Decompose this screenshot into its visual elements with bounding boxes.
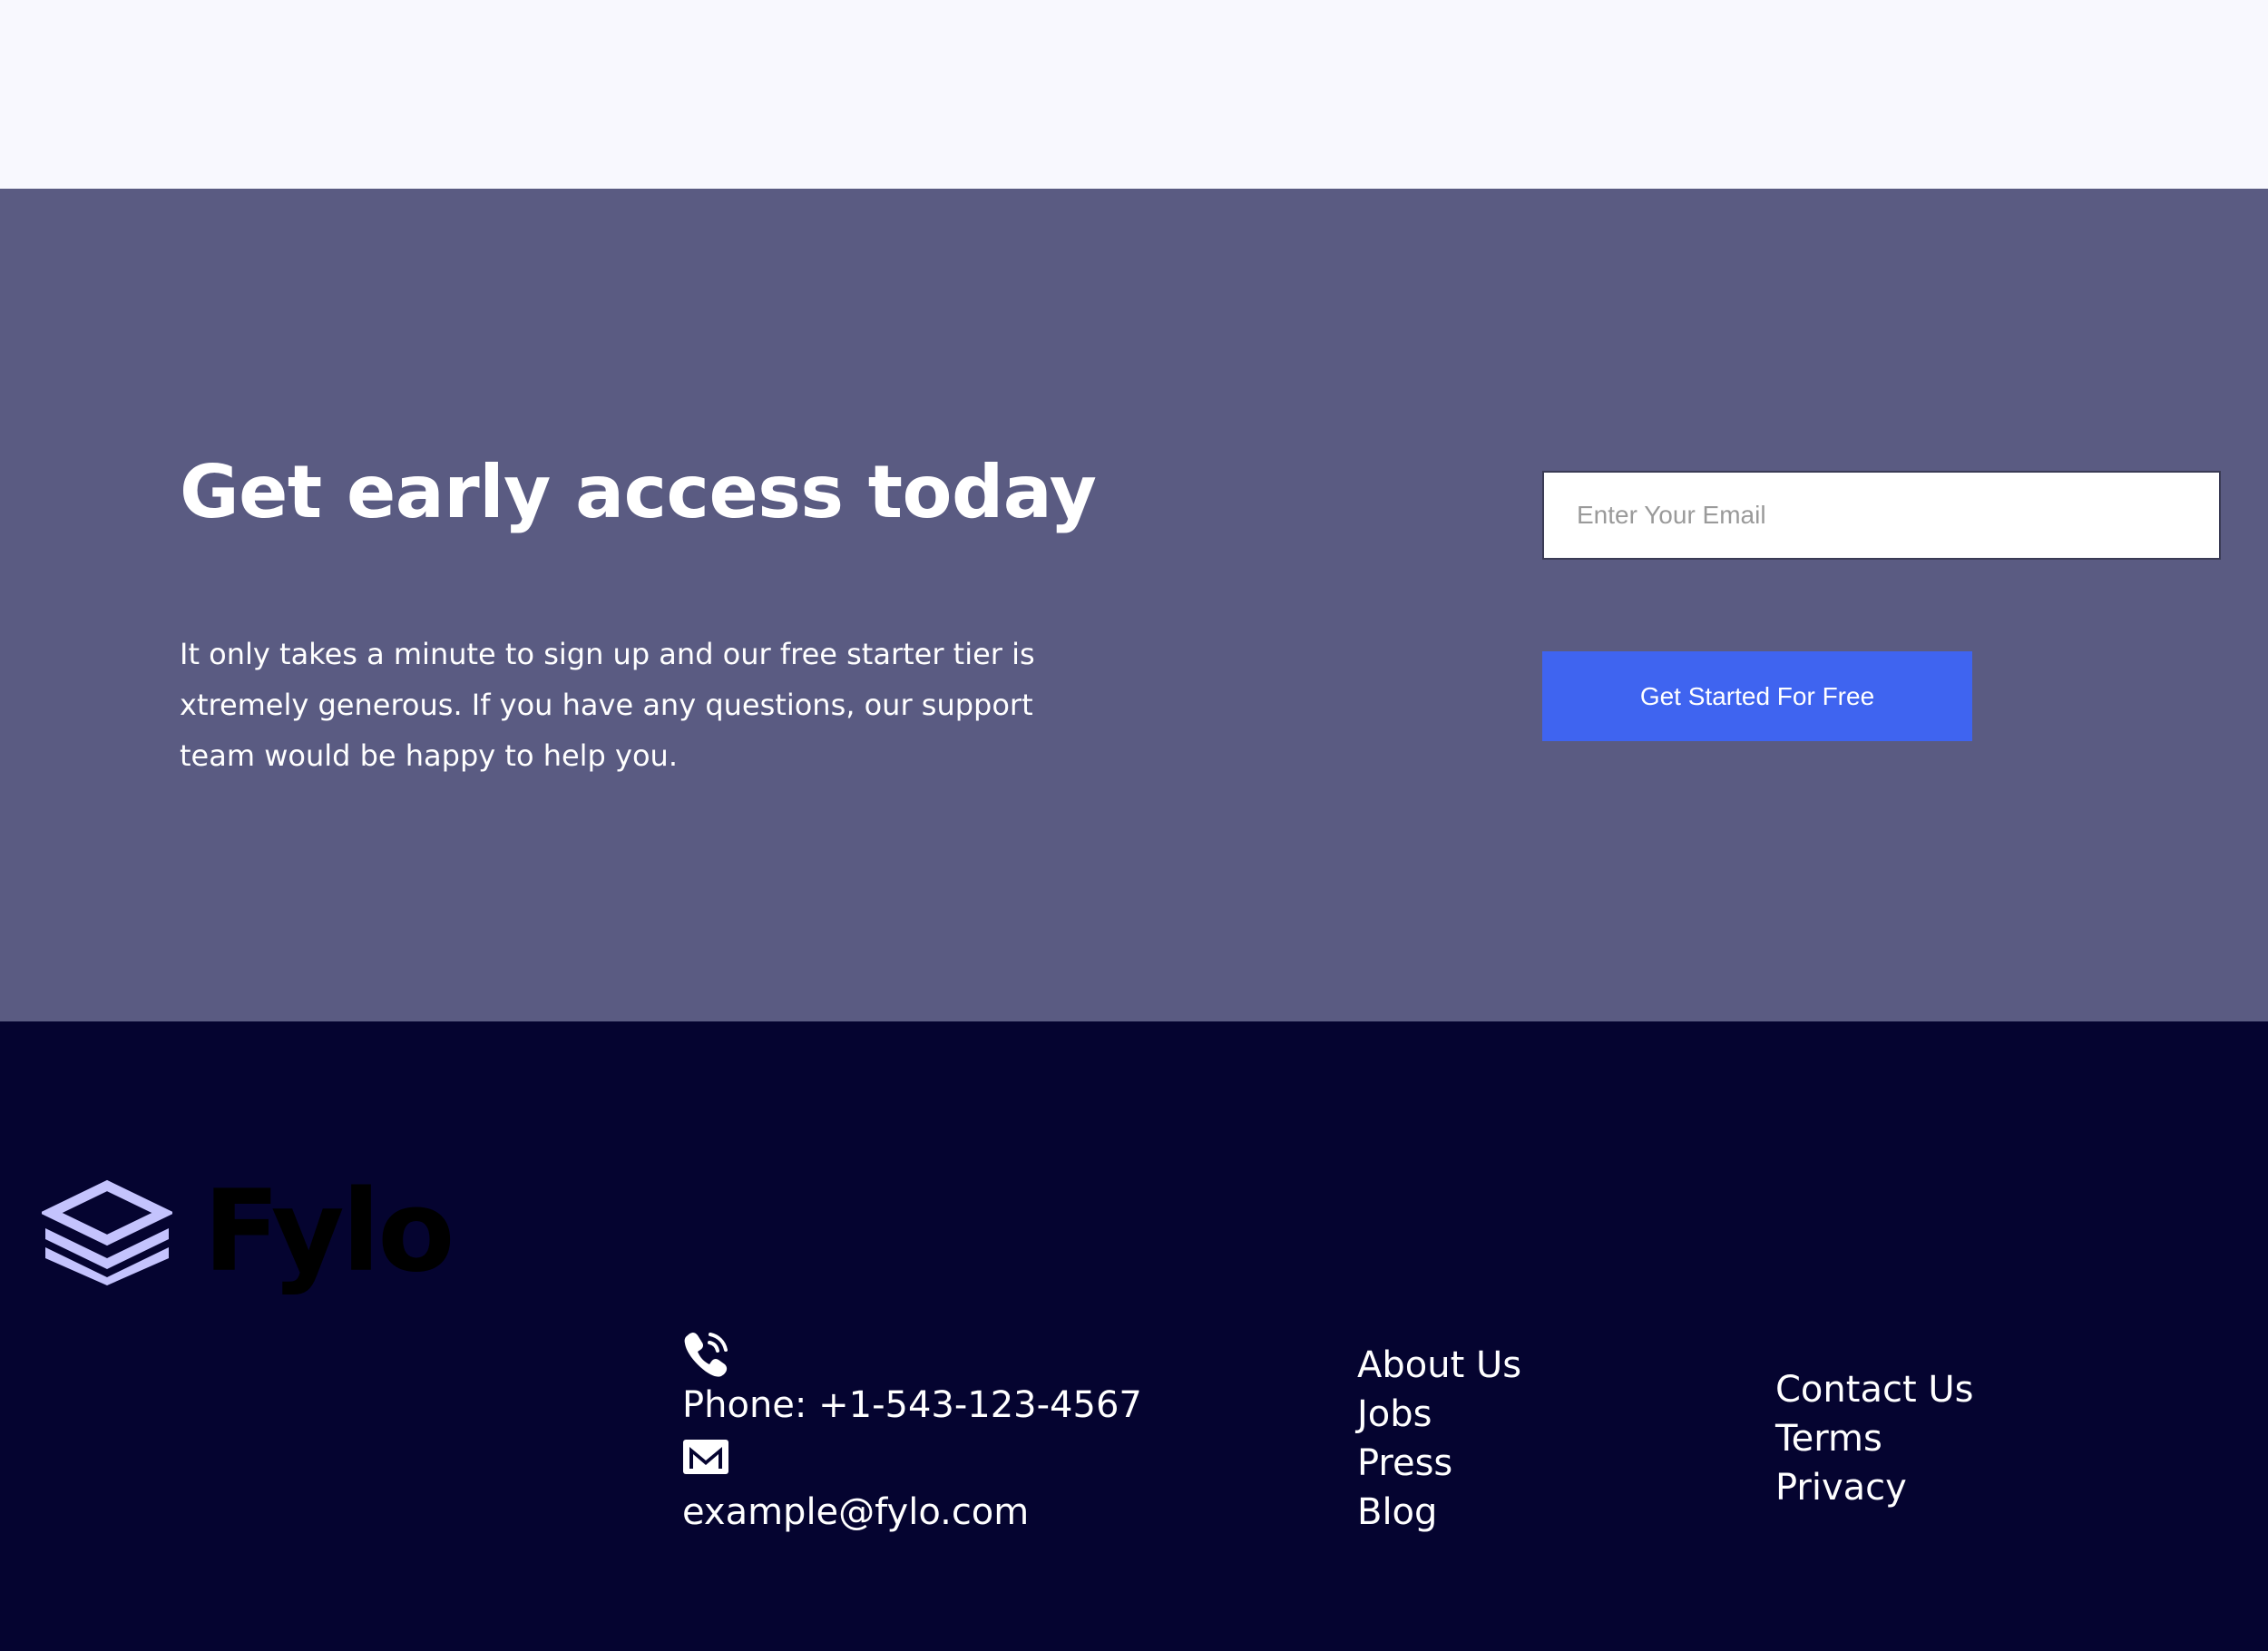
blog-link[interactable]: Blog <box>1357 1488 1521 1537</box>
jobs-link[interactable]: Jobs <box>1357 1390 1521 1439</box>
about-us-link[interactable]: About Us <box>1357 1341 1521 1390</box>
footer-link-item: Privacy <box>1775 1463 1973 1512</box>
page: Get early access today It only takes a m… <box>0 0 2268 1651</box>
footer-link-item: Terms <box>1775 1414 1973 1463</box>
footer-link-item: About Us <box>1357 1341 1521 1390</box>
email-address[interactable]: example@fylo.com <box>682 1488 1142 1537</box>
logo-text: Fylo <box>203 1167 455 1297</box>
footer-logo[interactable]: Fylo <box>42 1167 455 1297</box>
footer-links-primary: About Us Jobs Press Blog <box>1357 1341 1521 1537</box>
early-access-section: Get early access today It only takes a m… <box>0 189 2268 1021</box>
phone-icon <box>684 1333 728 1377</box>
cta-title: Get early access today <box>180 450 1097 534</box>
footer-link-item: Blog <box>1357 1488 1521 1537</box>
footer: Fylo Phone: +1-543-123-4567 example@fylo… <box>0 1021 2268 1651</box>
top-band <box>0 0 2268 189</box>
get-started-button[interactable]: Get Started For Free <box>1542 651 1972 741</box>
footer-link-item: Contact Us <box>1775 1365 1973 1414</box>
contact-us-link[interactable]: Contact Us <box>1775 1365 1973 1414</box>
contact-info: Phone: +1-543-123-4567 example@fylo.com <box>682 1330 1142 1537</box>
mail-icon <box>683 1440 728 1474</box>
terms-link[interactable]: Terms <box>1775 1414 1973 1463</box>
privacy-link[interactable]: Privacy <box>1775 1463 1973 1512</box>
phone-number: Phone: +1-543-123-4567 <box>682 1384 1142 1426</box>
email-input[interactable] <box>1542 471 2221 560</box>
cta-description: It only takes a minute to sign up and ou… <box>180 637 1035 773</box>
stacked-layers-logo-icon <box>42 1179 172 1285</box>
footer-links-secondary: Contact Us Terms Privacy <box>1775 1365 1973 1512</box>
footer-link-item: Press <box>1357 1439 1521 1488</box>
press-link[interactable]: Press <box>1357 1439 1521 1488</box>
footer-link-item: Jobs <box>1357 1390 1521 1439</box>
